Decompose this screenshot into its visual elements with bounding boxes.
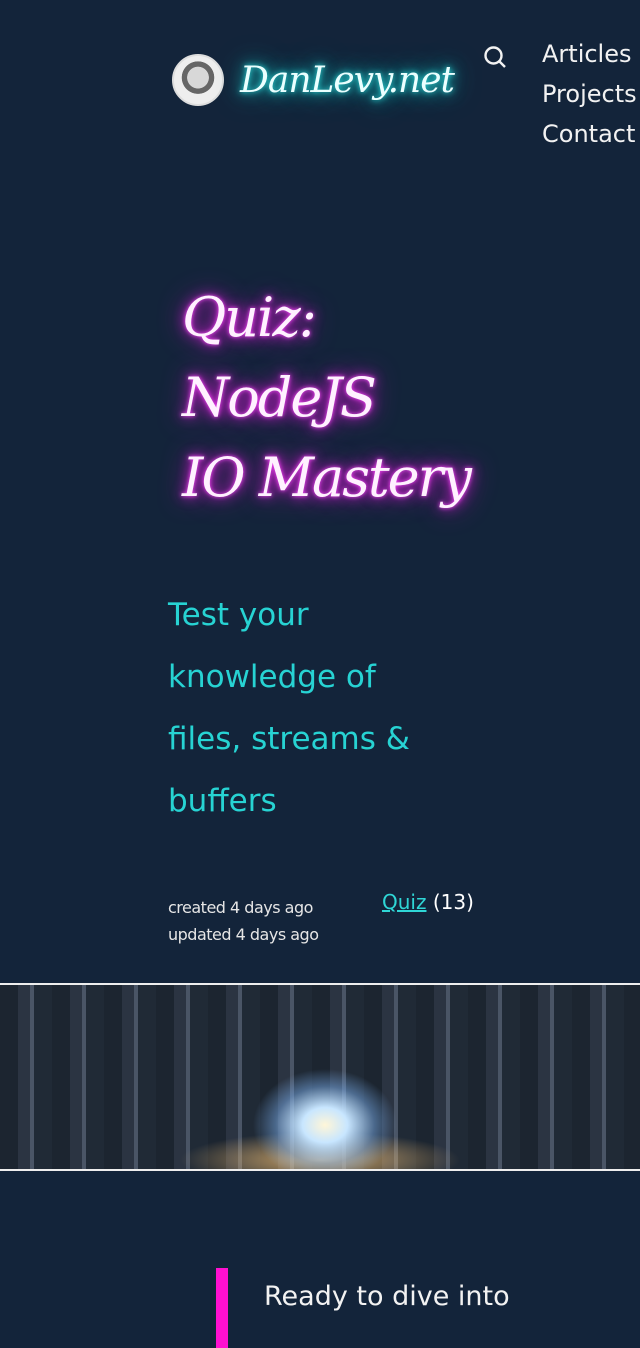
avatar[interactable] xyxy=(172,54,224,106)
title-line: IO Mastery xyxy=(182,446,472,509)
intro-text: Ready to dive into xyxy=(264,1281,510,1312)
nav-articles[interactable]: Articles xyxy=(542,34,637,74)
blockquote-accent-bar xyxy=(216,1268,228,1348)
nav-projects[interactable]: Projects xyxy=(542,74,637,114)
post-dates: created 4 days ago updated 4 days ago xyxy=(168,894,319,948)
post-tags: Quiz (13) xyxy=(382,890,474,914)
search-icon[interactable] xyxy=(484,46,506,68)
page-subtitle: Test your knowledge of files, streams & … xyxy=(168,597,410,819)
hero-banner-image xyxy=(0,983,640,1171)
site-logo[interactable]: DanLevy.net xyxy=(240,60,455,101)
title-line: Quiz: xyxy=(182,286,317,349)
tag-count: (13) xyxy=(432,890,474,914)
created-date: created 4 days ago xyxy=(168,898,313,917)
nav-contact[interactable]: Contact xyxy=(542,114,637,154)
title-line: NodeJS xyxy=(182,366,377,429)
tag-quiz-link[interactable]: Quiz xyxy=(382,890,426,914)
updated-date: updated 4 days ago xyxy=(168,925,319,944)
page-title: Quiz: NodeJS IO Mastery xyxy=(182,278,472,518)
main-nav: Articles Projects Contact xyxy=(542,34,637,154)
